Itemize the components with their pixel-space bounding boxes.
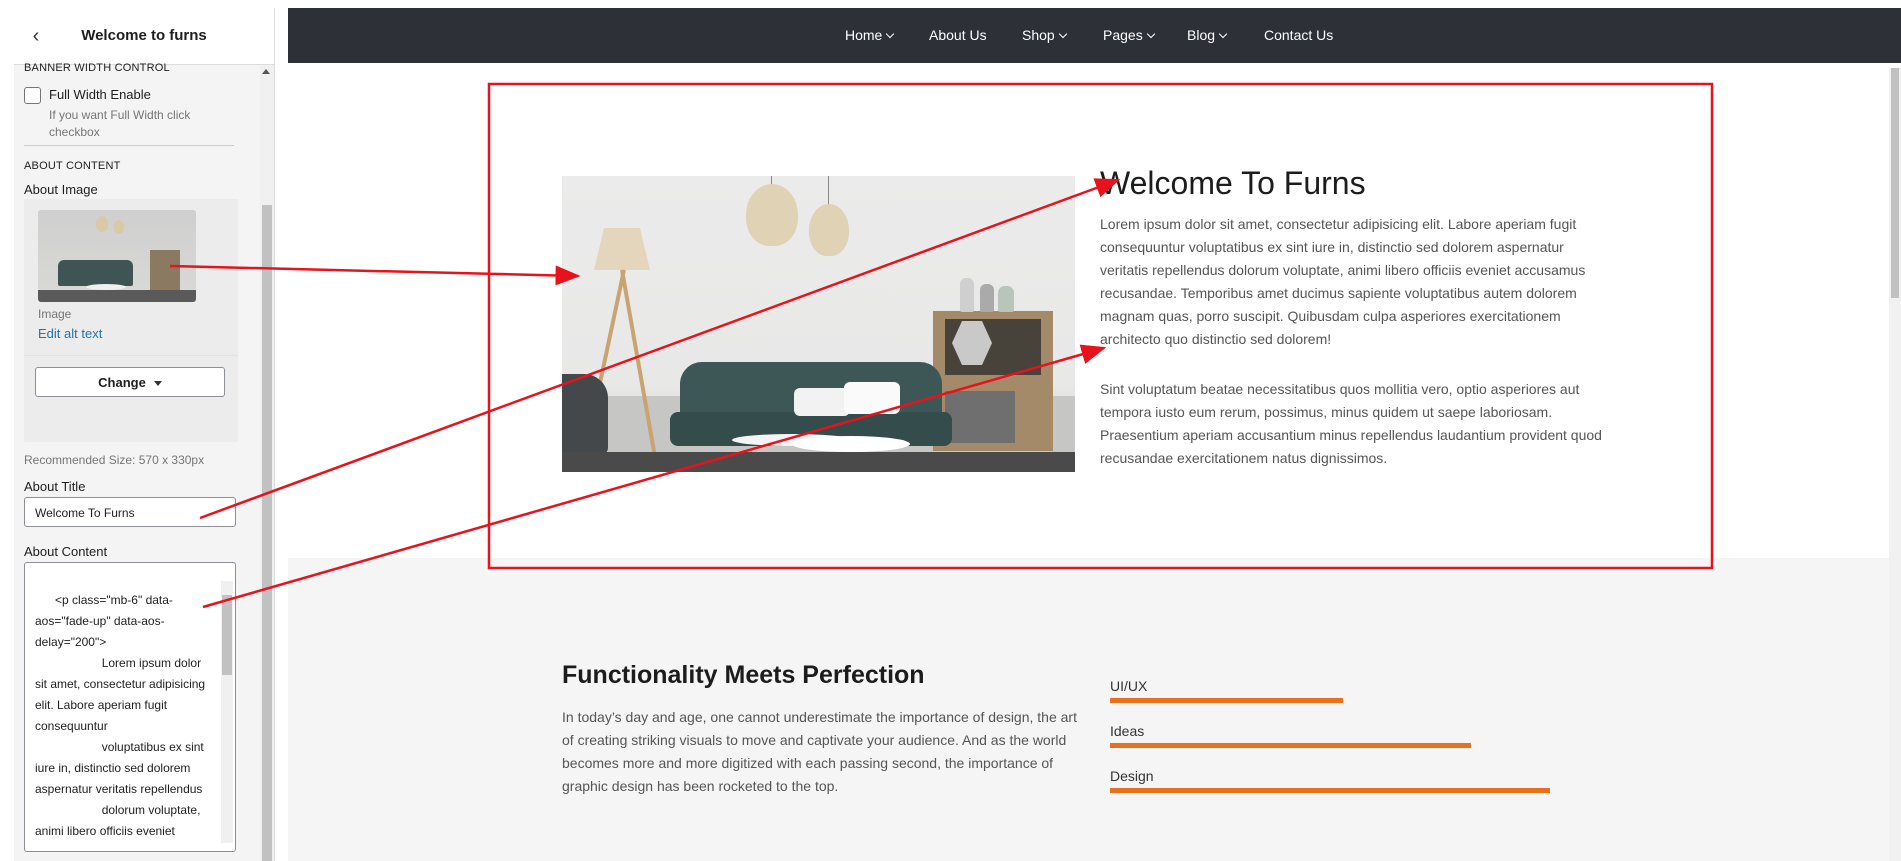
- caret-down-icon: [153, 381, 162, 387]
- section-about-content: ABOUT CONTENT: [24, 160, 121, 172]
- nav-pages[interactable]: Pages: [1103, 27, 1155, 43]
- pendant-lamp-icon: [746, 184, 798, 246]
- about-image: [562, 176, 1075, 472]
- nav-blog[interactable]: Blog: [1187, 27, 1228, 43]
- site-preview: Home About Us Shop Pages Blog Contact Us…: [288, 8, 1901, 861]
- section-banner-width: BANNER WIDTH CONTROL: [24, 62, 170, 74]
- skill-label: Ideas: [1110, 723, 1145, 739]
- features-section: Functionality Meets Perfection In today’…: [288, 558, 1901, 861]
- nav-contact-us[interactable]: Contact Us: [1264, 27, 1333, 43]
- skill-row: Design: [1110, 768, 1550, 793]
- panel-scrollbar[interactable]: [260, 65, 274, 861]
- scroll-up-icon[interactable]: [262, 69, 270, 74]
- about-title-input[interactable]: Welcome To Furns: [24, 497, 236, 527]
- recommended-size-note: Recommended Size: 570 x 330px: [24, 453, 205, 467]
- preview-scrollbar[interactable]: [1889, 68, 1901, 861]
- about-image-label: About Image: [24, 182, 98, 197]
- nav-home[interactable]: Home: [845, 27, 895, 43]
- skill-track: [1110, 788, 1550, 793]
- panel-scroll-thumb[interactable]: [262, 205, 272, 861]
- nav-about-us[interactable]: About Us: [929, 27, 987, 43]
- about-paragraph-2: Sint voluptatum beatae necessitatibus qu…: [1100, 381, 1602, 466]
- features-text: In today’s day and age, one cannot under…: [562, 709, 1077, 794]
- image-caption: Image: [38, 307, 72, 321]
- skill-label: Design: [1110, 768, 1154, 784]
- skill-progress-bar: [1110, 698, 1343, 703]
- panel-header: ‹ Welcome to furns: [14, 8, 274, 65]
- preview-scroll-thumb[interactable]: [1891, 68, 1899, 298]
- edit-alt-text-link[interactable]: Edit alt text: [38, 326, 102, 341]
- about-content-textarea[interactable]: <p class="mb-6" data-aos="fade-up" data-…: [24, 562, 236, 852]
- chevron-down-icon: [1058, 29, 1067, 39]
- skill-label: UI/UX: [1110, 678, 1148, 694]
- chevron-down-icon: [886, 29, 895, 39]
- skill-row: UI/UX: [1110, 678, 1550, 703]
- skill-row: Ideas: [1110, 723, 1550, 748]
- panel-scroll-area[interactable]: BANNER WIDTH CONTROL Full Width Enable I…: [14, 62, 254, 861]
- change-image-button[interactable]: Change: [35, 367, 225, 397]
- about-image-thumbnail[interactable]: [38, 210, 196, 302]
- full-width-checkbox[interactable]: [24, 87, 41, 104]
- nav-shop[interactable]: Shop: [1022, 27, 1067, 43]
- about-section: Welcome To Furns Lorem ipsum dolor sit a…: [288, 63, 1901, 558]
- about-paragraph-1: Lorem ipsum dolor sit amet, consectetur …: [1100, 216, 1586, 347]
- divider: [24, 145, 234, 146]
- skill-track: [1110, 698, 1550, 703]
- skill-track: [1110, 743, 1550, 748]
- skill-progress-bar: [1110, 788, 1550, 793]
- divider: [24, 355, 238, 356]
- chevron-down-icon: [1146, 29, 1155, 39]
- about-title: Welcome To Furns: [1100, 165, 1366, 201]
- about-content-text: <p class="mb-6" data-aos="fade-up" data-…: [35, 593, 206, 838]
- textarea-scroll-thumb[interactable]: [222, 595, 232, 675]
- customizer-panel: ‹ Welcome to furns BANNER WIDTH CONTROL …: [14, 8, 275, 861]
- about-content-label: About Content: [24, 544, 108, 559]
- about-image-control: Image Edit alt text Change: [24, 199, 238, 442]
- chevron-down-icon: [1218, 29, 1228, 39]
- features-title: Functionality Meets Perfection: [562, 661, 925, 689]
- full-width-description: If you want Full Width click checkbox: [49, 108, 191, 139]
- panel-title: Welcome to furns: [81, 27, 207, 44]
- about-title-label: About Title: [24, 479, 86, 494]
- skill-progress-bar: [1110, 743, 1471, 748]
- top-navigation: Home About Us Shop Pages Blog Contact Us: [288, 8, 1901, 63]
- full-width-label[interactable]: Full Width Enable: [49, 87, 151, 102]
